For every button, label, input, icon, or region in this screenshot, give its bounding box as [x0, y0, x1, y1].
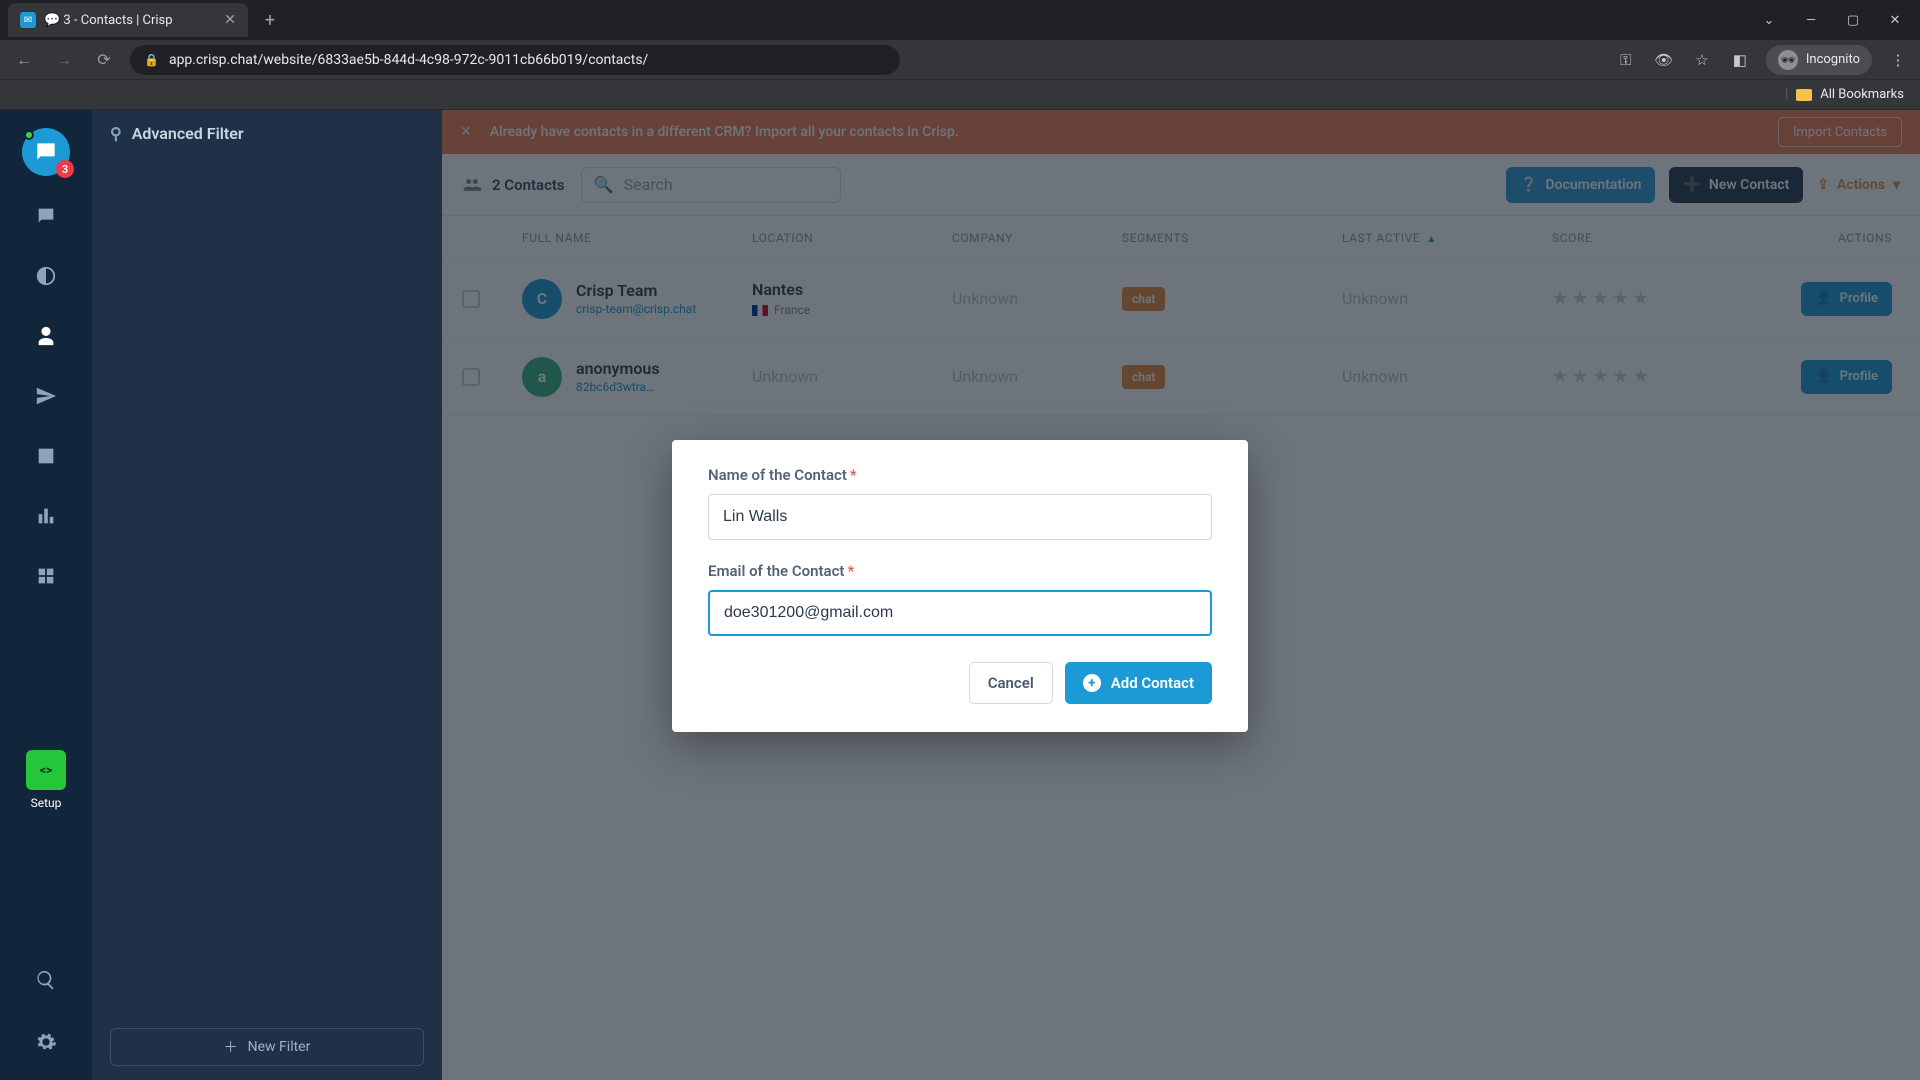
- app-root: 3 <> Setup ⚲ Advanced Filter ＋ New Filte…: [0, 110, 1920, 1080]
- tab-close-icon[interactable]: ✕: [224, 12, 236, 28]
- nav-back-icon[interactable]: ←: [10, 46, 38, 74]
- all-bookmarks-link[interactable]: All Bookmarks: [1820, 87, 1904, 102]
- window-controls: ⌄ — ▢ ✕: [1752, 0, 1920, 40]
- plus-circle-icon: +: [1083, 674, 1101, 692]
- cancel-button[interactable]: Cancel: [969, 662, 1053, 704]
- nav-reload-icon[interactable]: ⟳: [90, 46, 118, 74]
- tab-search-chevron-icon[interactable]: ⌄: [1752, 6, 1786, 34]
- window-maximize-icon[interactable]: ▢: [1836, 6, 1870, 34]
- modal-overlay: Name of the Contact* Email of the Contac…: [0, 110, 1920, 1080]
- add-contact-label: Add Contact: [1111, 674, 1194, 692]
- email-field-label: Email of the Contact*: [708, 562, 1212, 580]
- tab-favicon: ✉: [20, 12, 36, 28]
- url-text: app.crisp.chat/website/6833ae5b-844d-4c9…: [169, 52, 648, 68]
- add-contact-modal: Name of the Contact* Email of the Contac…: [672, 440, 1248, 732]
- nav-forward-icon[interactable]: →: [50, 46, 78, 74]
- password-key-icon[interactable]: ⚿: [1614, 48, 1638, 72]
- incognito-indicator[interactable]: 🕶 Incognito: [1766, 45, 1872, 75]
- incognito-icon: 🕶: [1778, 50, 1798, 70]
- browser-menu-icon[interactable]: ⋮: [1886, 48, 1910, 72]
- bookmarks-folder-icon: [1796, 89, 1812, 101]
- incognito-label: Incognito: [1806, 52, 1860, 67]
- add-contact-button[interactable]: + Add Contact: [1065, 662, 1212, 704]
- name-field-label: Name of the Contact*: [708, 466, 1212, 484]
- contact-email-input[interactable]: [708, 590, 1212, 636]
- contact-name-input[interactable]: [708, 494, 1212, 540]
- window-minimize-icon[interactable]: —: [1794, 6, 1828, 34]
- lock-icon: 🔒: [144, 53, 159, 67]
- browser-tab-strip: ✉ 💬 3 - Contacts | Crisp ✕ + ⌄ — ▢ ✕: [0, 0, 1920, 40]
- bookmarks-bar: | All Bookmarks: [0, 80, 1920, 110]
- bookmark-star-icon[interactable]: ☆: [1690, 48, 1714, 72]
- url-field[interactable]: 🔒 app.crisp.chat/website/6833ae5b-844d-4…: [130, 45, 900, 75]
- new-tab-button[interactable]: +: [256, 6, 284, 34]
- browser-tab[interactable]: ✉ 💬 3 - Contacts | Crisp ✕: [8, 3, 248, 37]
- tracking-blocked-icon[interactable]: 👁: [1652, 48, 1676, 72]
- window-close-icon[interactable]: ✕: [1878, 6, 1912, 34]
- browser-address-bar: ← → ⟳ 🔒 app.crisp.chat/website/6833ae5b-…: [0, 40, 1920, 80]
- tab-title: 💬 3 - Contacts | Crisp: [44, 13, 173, 28]
- side-panel-icon[interactable]: ◧: [1728, 48, 1752, 72]
